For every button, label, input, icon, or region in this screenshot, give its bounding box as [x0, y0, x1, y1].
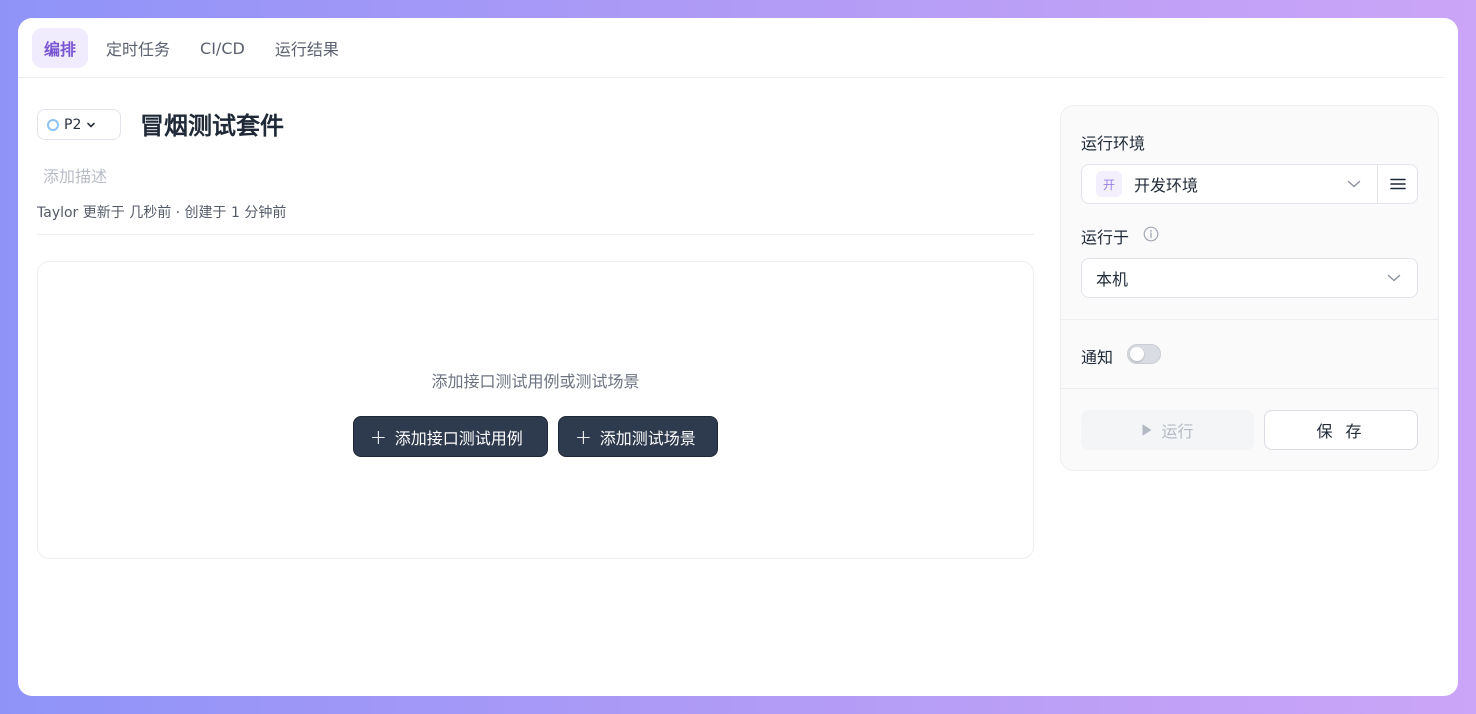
chevron-down-icon [1347, 180, 1361, 188]
panel-divider [1061, 319, 1438, 320]
run-label: 运行 [1161, 422, 1194, 441]
tab-orchestration[interactable]: 编排 [32, 28, 89, 68]
plus-icon: + [575, 424, 592, 449]
run-on-label: 运行于 [1081, 228, 1130, 247]
chevron-down-icon [1387, 274, 1401, 282]
env-value: 开发环境 [1134, 176, 1199, 195]
add-test-scene-label: 添加测试场景 [599, 428, 696, 448]
tab-divider [18, 77, 1444, 78]
description-field[interactable]: 添加描述 [43, 163, 107, 187]
save-button[interactable]: 保 存 [1264, 410, 1418, 450]
chevron-down-icon [87, 122, 96, 127]
priority-ring-icon [47, 118, 59, 131]
toggle-knob [1130, 347, 1144, 361]
add-test-case-label: 添加接口测试用例 [394, 428, 523, 448]
priority-value: P2 [64, 116, 82, 133]
tab-scheduled-tasks[interactable]: 定时任务 [94, 28, 182, 68]
env-select[interactable]: 开 开发环境 [1081, 164, 1378, 204]
info-icon[interactable] [1143, 226, 1159, 242]
tab-run-results[interactable]: 运行结果 [263, 28, 351, 68]
update-meta: Taylor 更新于 几秒前 · 创建于 1 分钟前 [37, 205, 287, 221]
env-label: 运行环境 [1081, 134, 1146, 153]
page-title[interactable]: 冒烟测试套件 [140, 106, 284, 141]
notify-toggle[interactable] [1127, 344, 1161, 364]
priority-dropdown[interactable]: P2 [37, 109, 121, 140]
plus-icon: + [370, 424, 387, 449]
tab-bar: 编排 定时任务 CI/CD 运行结果 [32, 28, 351, 68]
menu-icon [1389, 178, 1406, 190]
empty-state-card: 添加接口测试用例或测试场景 + 添加接口测试用例 + 添加测试场景 [37, 261, 1034, 559]
env-badge: 开 [1096, 171, 1122, 197]
add-test-scene-button[interactable]: + 添加测试场景 [558, 416, 718, 457]
run-button[interactable]: 运行 [1081, 410, 1254, 450]
app-window: 编排 定时任务 CI/CD 运行结果 P2 冒烟测试套件 添加描述 Taylor… [18, 18, 1458, 696]
env-manage-button[interactable] [1377, 164, 1418, 204]
empty-state-message: 添加接口测试用例或测试场景 [431, 372, 640, 391]
run-settings-panel: 运行环境 开 开发环境 运行于 本机 通知 运行 保 存 [1060, 105, 1439, 471]
run-on-value: 本机 [1096, 270, 1129, 289]
play-icon [1142, 424, 1152, 436]
panel-divider [1061, 388, 1438, 389]
notify-label: 通知 [1081, 348, 1114, 367]
run-on-select[interactable]: 本机 [1081, 258, 1418, 298]
tab-cicd[interactable]: CI/CD [188, 28, 257, 68]
add-test-case-button[interactable]: + 添加接口测试用例 [353, 416, 548, 457]
content-divider [37, 234, 1034, 235]
